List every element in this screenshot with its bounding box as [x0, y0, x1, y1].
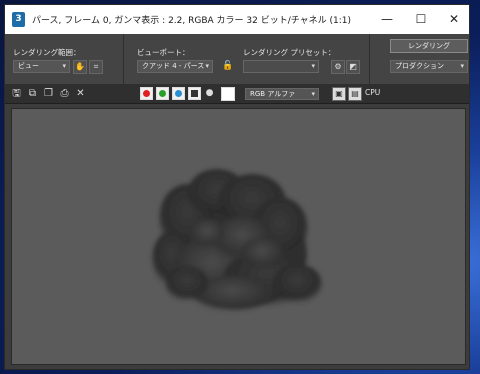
- alpha-square-icon: [191, 90, 198, 97]
- auto-region-icon[interactable]: ⌗: [89, 60, 103, 74]
- render-area-dropdown[interactable]: ビュー ▾: [13, 60, 70, 73]
- production-dropdown[interactable]: プロダクション ▾: [390, 60, 468, 73]
- chevron-down-icon: ▾: [460, 62, 464, 70]
- rendered-frame-window: 3 パース, フレーム 0, ガンマ表示 : 2.2, RGBA カラー 32 …: [4, 4, 470, 370]
- image-window-icon[interactable]: ▣: [332, 87, 346, 101]
- clear-icon[interactable]: ✕: [75, 88, 86, 99]
- environment-icon[interactable]: ◩: [346, 60, 360, 74]
- clone-icon[interactable]: ❐: [43, 88, 54, 99]
- rendered-smoke-image: [152, 169, 322, 312]
- render-area-label: レンダリング範囲：: [13, 48, 81, 57]
- swatch-white[interactable]: [221, 87, 235, 101]
- red-dot-icon: [143, 90, 150, 97]
- title-bar[interactable]: 3 パース, フレーム 0, ガンマ表示 : 2.2, RGBA カラー 32 …: [5, 5, 469, 34]
- render-button[interactable]: レンダリング: [390, 39, 468, 53]
- chevron-down-icon: ▾: [311, 62, 315, 70]
- app-icon: 3: [12, 12, 25, 27]
- channel-display-dropdown[interactable]: RGB アルファ ▾: [245, 88, 319, 100]
- history-icon[interactable]: ▤: [348, 87, 362, 101]
- blue-channel-toggle[interactable]: [172, 87, 185, 100]
- lock-icon[interactable]: 🔓: [221, 60, 235, 74]
- production-value: プロダクション: [395, 62, 444, 70]
- blue-dot-icon: [175, 90, 182, 97]
- red-channel-toggle[interactable]: [140, 87, 153, 100]
- cpu-label: CPU: [365, 88, 381, 97]
- preset-label: レンダリング プリセット：: [243, 48, 336, 57]
- viewport-value: クアッド 4 - パース: [142, 62, 205, 70]
- preset-dropdown[interactable]: ▾: [243, 60, 319, 73]
- divider: [123, 34, 124, 84]
- viewport-label: ビューポート：: [137, 48, 190, 57]
- green-dot-icon: [159, 90, 166, 97]
- render-setup-icon[interactable]: ⚙: [331, 60, 345, 74]
- monochrome-icon[interactable]: ●: [204, 88, 215, 99]
- print-icon[interactable]: ⎙: [59, 88, 70, 99]
- chevron-down-icon: ▾: [311, 90, 315, 98]
- green-channel-toggle[interactable]: [156, 87, 169, 100]
- alpha-channel-toggle[interactable]: [188, 87, 201, 100]
- divider: [369, 34, 370, 84]
- chevron-down-icon: ▾: [62, 62, 66, 70]
- render-controls-panel: レンダリング範囲： ビュー ▾ ✋ ⌗ ビューポート： クアッド 4 - パース…: [5, 34, 469, 84]
- chevron-down-icon: ▾: [205, 62, 209, 70]
- copy-icon[interactable]: ⧉: [27, 88, 38, 99]
- channel-value: RGB アルファ: [250, 90, 296, 98]
- render-viewport[interactable]: [11, 108, 466, 365]
- minimize-button[interactable]: —: [370, 5, 404, 34]
- window-title: パース, フレーム 0, ガンマ表示 : 2.2, RGBA カラー 32 ビッ…: [32, 16, 352, 26]
- save-icon[interactable]: 🖫: [11, 88, 22, 99]
- render-area-value: ビュー: [18, 62, 39, 70]
- frame-toolbar: 🖫 ⧉ ❐ ⎙ ✕ ● RGB アルファ ▾ ▣ ▤ CPU: [5, 84, 469, 104]
- edit-region-icon[interactable]: ✋: [73, 60, 87, 74]
- maximize-button[interactable]: ☐: [404, 5, 438, 34]
- close-button[interactable]: ✕: [437, 5, 471, 34]
- viewport-dropdown[interactable]: クアッド 4 - パース ▾: [137, 60, 213, 73]
